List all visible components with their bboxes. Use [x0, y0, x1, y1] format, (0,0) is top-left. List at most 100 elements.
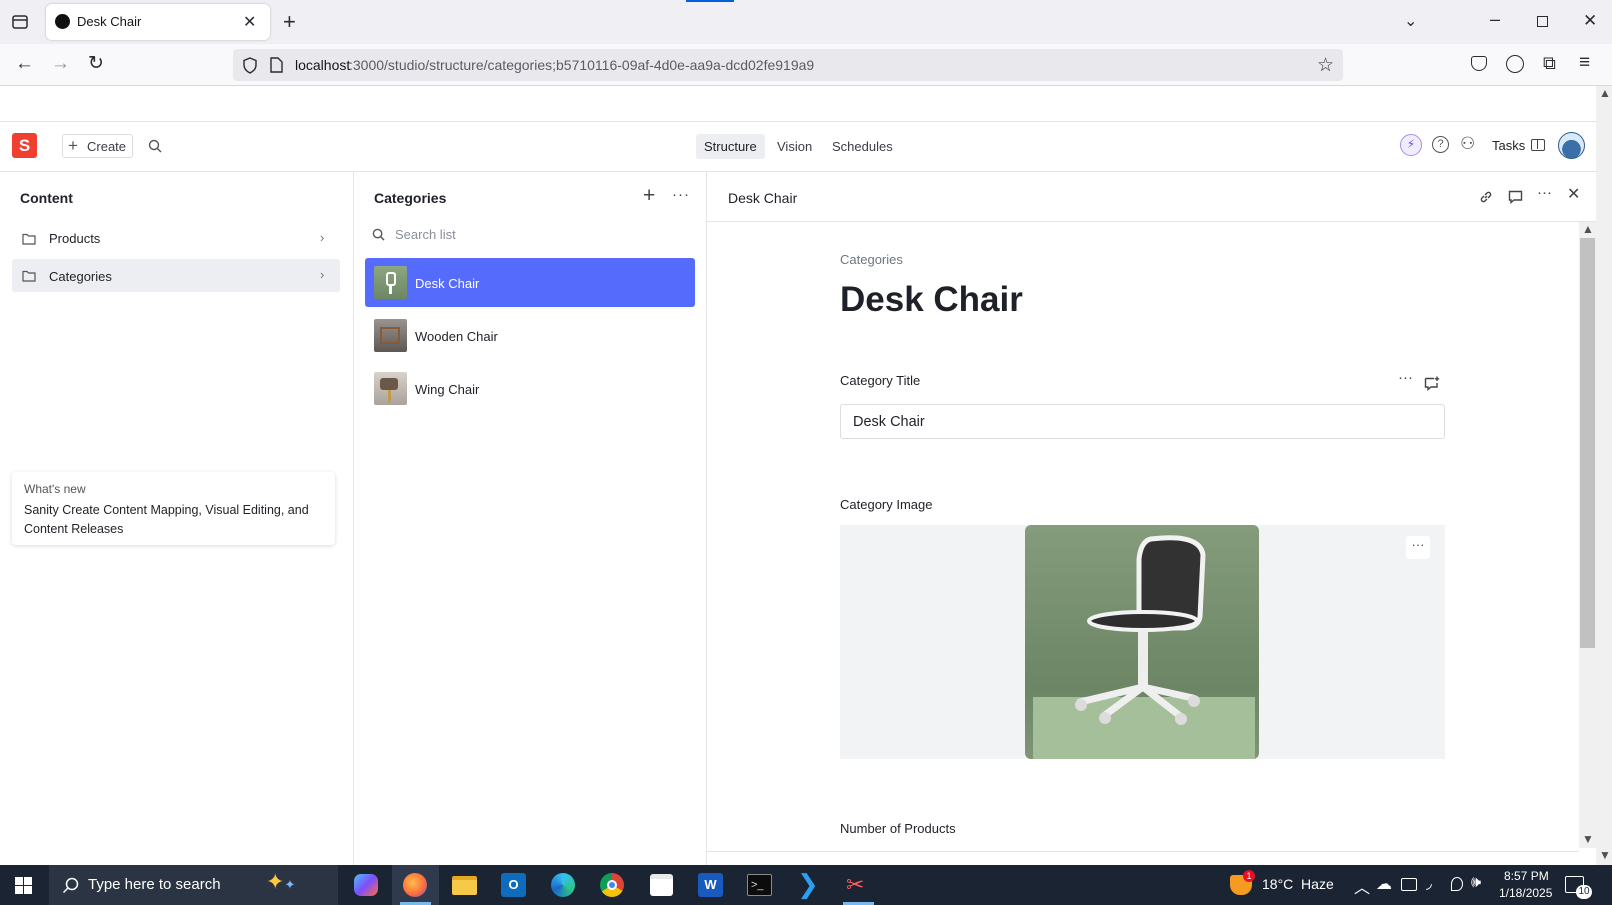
panel-toggle-icon[interactable]	[1531, 139, 1545, 151]
forward-icon[interactable]: →	[51, 53, 70, 75]
people-icon[interactable]: ⚇	[1460, 134, 1475, 154]
outlook-icon[interactable]: O	[501, 873, 526, 897]
firefox-icon[interactable]	[403, 873, 427, 897]
tab-list-icon[interactable]	[11, 13, 29, 35]
add-document-icon[interactable]: +	[643, 184, 655, 208]
doc-scroll-up-icon[interactable]: ▲	[1582, 222, 1594, 236]
sanity-logo[interactable]: S	[12, 133, 37, 158]
image-menu-button[interactable]: ···	[1406, 536, 1430, 559]
list-all-tabs-icon[interactable]: ⌄	[1404, 11, 1417, 31]
clock-time[interactable]: 8:57 PM	[1504, 869, 1549, 883]
comment-icon[interactable]	[1508, 190, 1523, 209]
desk-chair-thumbnail	[374, 266, 407, 299]
tab-structure-label: Structure	[704, 139, 757, 154]
tasks-label[interactable]: Tasks	[1492, 138, 1525, 153]
search-list-input[interactable]: Search list	[395, 227, 456, 242]
windows-start-icon[interactable]	[15, 877, 32, 894]
sidebar-item-products[interactable]: Products ›	[12, 222, 340, 254]
document-scrollbar[interactable]: ▲ ▼	[1579, 222, 1596, 848]
more-options-icon[interactable]: ···	[672, 186, 690, 203]
category-title-label: Category Title	[840, 373, 921, 388]
weather-text[interactable]: 18°C Haze	[1262, 876, 1334, 892]
folder-icon	[22, 269, 36, 287]
clock-date[interactable]: 1/18/2025	[1499, 886, 1552, 900]
list-item-wooden-chair[interactable]: Wooden Chair	[365, 311, 695, 360]
account-icon[interactable]	[1506, 55, 1524, 73]
search-icon[interactable]	[148, 139, 162, 158]
whats-new-card[interactable]: What's new Sanity Create Content Mapping…	[12, 472, 335, 545]
extensions-icon[interactable]: ⧉	[1543, 53, 1556, 74]
chevron-right-icon: ›	[320, 230, 325, 245]
shield-icon[interactable]	[242, 57, 258, 79]
store-icon[interactable]	[650, 874, 673, 896]
tab-structure[interactable]: Structure	[696, 134, 765, 159]
url-host: localhost	[295, 57, 351, 73]
close-window-icon[interactable]: ✕	[1583, 11, 1597, 31]
page-info-icon[interactable]	[270, 57, 283, 78]
weather-badge-count: 1	[1246, 871, 1252, 881]
field-menu-icon[interactable]: ···	[1398, 369, 1413, 386]
close-tab-icon[interactable]: ✕	[243, 12, 256, 32]
avatar[interactable]	[1558, 132, 1585, 159]
minimize-icon[interactable]: –	[1490, 9, 1500, 30]
browser-tab-bar: Desk Chair ✕ + ⌄ – ✕	[0, 0, 1612, 44]
address-bar[interactable]: localhost :3000/studio/structure/categor…	[233, 49, 1343, 81]
desk-chair-image	[1025, 525, 1259, 759]
wing-chair-thumbnail	[374, 372, 407, 405]
close-pane-icon[interactable]: ✕	[1567, 184, 1580, 204]
windows-taskbar: Type here to search ✦✦ O W >_ ❯ ✂ 1 18°C…	[0, 865, 1612, 905]
tab-vision[interactable]: Vision	[772, 134, 818, 159]
sidebar-item-label: Products	[49, 231, 101, 246]
document-type-label: Categories	[840, 252, 903, 267]
tray-chevron-icon[interactable]: ︿	[1354, 874, 1370, 898]
category-image-field[interactable]: ···	[840, 525, 1445, 759]
file-explorer-icon[interactable]	[452, 876, 477, 895]
tab-schedules-label: Schedules	[832, 139, 893, 154]
display-icon[interactable]	[1401, 878, 1417, 891]
page-scrollbar[interactable]: ▲ ▼	[1596, 86, 1612, 865]
list-item-wing-chair[interactable]: Wing Chair	[365, 364, 695, 413]
tab-schedules[interactable]: Schedules	[826, 134, 896, 159]
terminal-icon[interactable]: >_	[747, 874, 772, 896]
reload-icon[interactable]: ↻	[88, 52, 104, 75]
chrome-icon[interactable]	[600, 873, 624, 897]
location-icon[interactable]	[1451, 877, 1463, 891]
bolt-icon[interactable]: ⚡	[1400, 134, 1422, 156]
copilot-icon[interactable]	[354, 874, 378, 896]
studio-navbar: S + Create Structure Vision Schedules ⚡ …	[0, 122, 1596, 172]
add-comment-icon[interactable]	[1424, 376, 1440, 396]
help-icon[interactable]: ?	[1432, 136, 1449, 153]
volume-icon[interactable]: 🕪	[1471, 874, 1481, 892]
browser-tab[interactable]: Desk Chair ✕	[46, 4, 270, 40]
document-heading: Desk Chair	[840, 280, 1023, 319]
list-item-desk-chair[interactable]: Desk Chair	[365, 258, 695, 307]
weather-badge: 1	[1243, 870, 1255, 882]
sidebar-item-categories[interactable]: Categories ›	[12, 259, 340, 292]
wifi-icon[interactable]: ◞	[1426, 874, 1432, 892]
onedrive-icon[interactable]: ☁	[1376, 874, 1392, 894]
vscode-icon[interactable]: ❯	[797, 871, 821, 897]
list-item-label: Wooden Chair	[415, 329, 498, 344]
pocket-icon[interactable]	[1471, 56, 1487, 71]
back-icon[interactable]: ←	[15, 53, 34, 75]
doc-scroll-thumb[interactable]	[1580, 238, 1595, 648]
scroll-up-icon[interactable]: ▲	[1599, 86, 1611, 100]
new-tab-icon[interactable]: +	[283, 9, 296, 35]
word-icon[interactable]: W	[698, 873, 723, 897]
snipping-tool-icon[interactable]: ✂	[846, 873, 870, 897]
category-title-input[interactable]: Desk Chair	[840, 404, 1445, 439]
document-menu-icon[interactable]: ···	[1537, 184, 1552, 201]
taskbar-search-box[interactable]: Type here to search ✦✦	[49, 865, 338, 905]
bookmark-star-icon[interactable]: ☆	[1317, 54, 1334, 77]
doc-scroll-down-icon[interactable]: ▼	[1582, 832, 1594, 846]
studio-top-spacer	[0, 86, 1596, 122]
sidebar-item-label: Categories	[49, 269, 112, 284]
restore-icon[interactable]	[1537, 16, 1548, 27]
link-icon[interactable]	[1479, 190, 1493, 209]
pane-divider-1	[353, 172, 354, 865]
app-menu-icon[interactable]: ≡	[1579, 52, 1590, 74]
edge-icon[interactable]	[551, 873, 575, 897]
create-button[interactable]: + Create	[62, 134, 133, 158]
chair-drawing	[1075, 535, 1206, 725]
scroll-down-icon[interactable]: ▼	[1599, 848, 1611, 862]
